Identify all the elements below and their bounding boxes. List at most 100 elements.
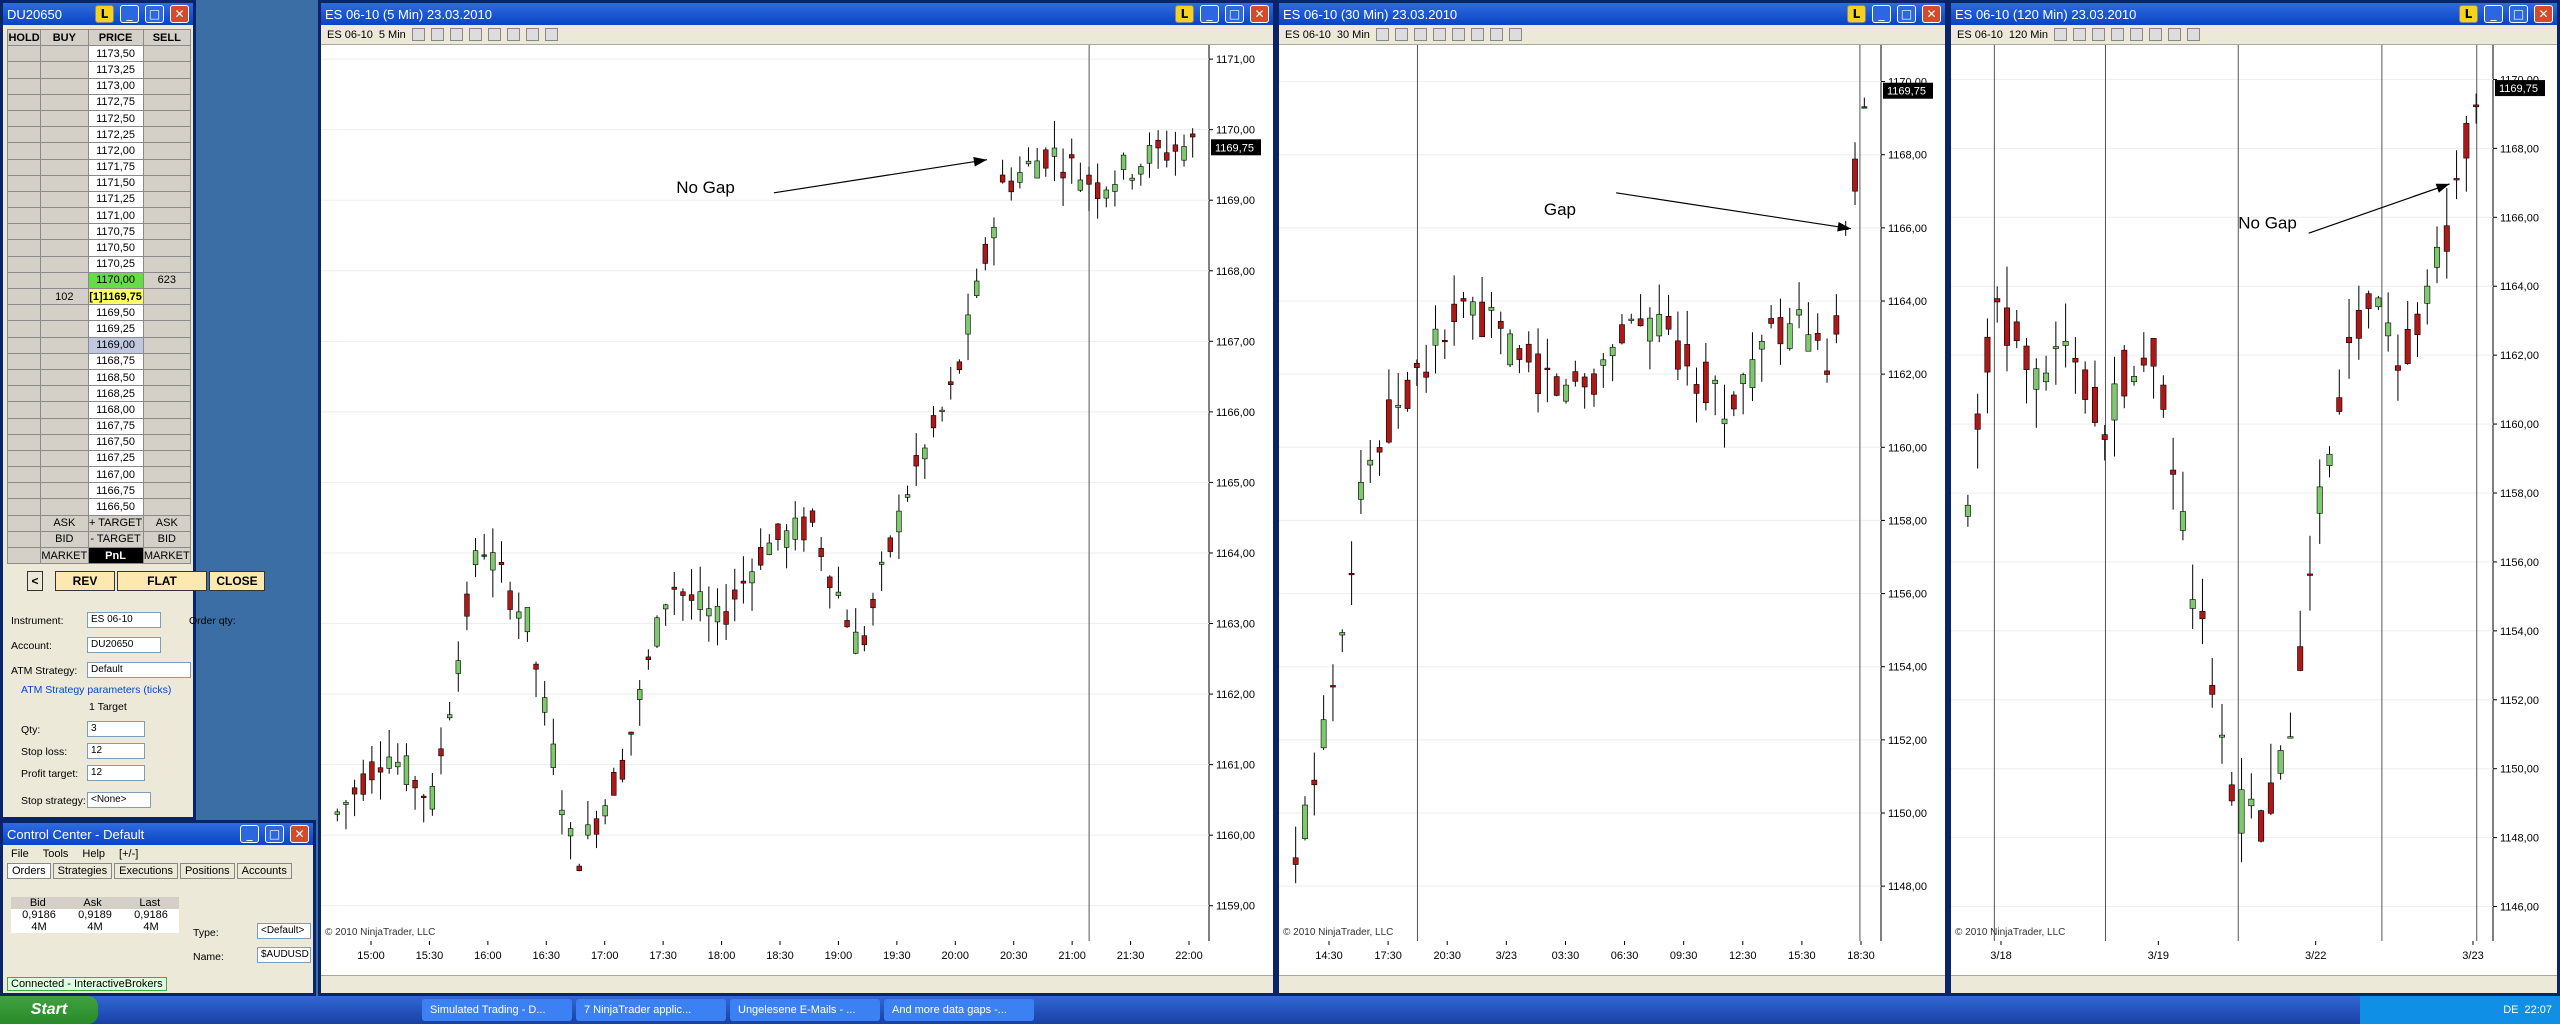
buy-cell[interactable] <box>40 93 89 111</box>
chart-horizontal-scrollbar[interactable] <box>321 975 1273 993</box>
minimize-button[interactable]: _ <box>2484 5 2503 23</box>
interval-selector[interactable]: 5 Min <box>379 29 406 41</box>
tab-positions[interactable]: Positions <box>179 863 235 879</box>
chart-horizontal-scrollbar[interactable] <box>1951 975 2557 993</box>
minimize-button[interactable]: _ <box>120 5 139 23</box>
hold-cell[interactable] <box>6 61 42 79</box>
minimize-button[interactable]: _ <box>1200 5 1219 23</box>
name-input[interactable]: $AUDUSD <box>257 947 311 963</box>
link-button[interactable]: L <box>1175 5 1194 23</box>
crosshair-icon[interactable] <box>449 28 463 41</box>
sell-cell[interactable] <box>142 174 192 192</box>
hold-cell[interactable] <box>6 223 42 241</box>
maximize-button[interactable]: □ <box>1225 5 1244 23</box>
buy-cell[interactable] <box>40 368 89 387</box>
buy-cell[interactable]: 102 <box>40 287 89 306</box>
sell-action-cell[interactable]: ASK <box>142 514 192 532</box>
hold-cell[interactable] <box>6 174 42 192</box>
target-action-cell[interactable]: - TARGET <box>87 530 144 549</box>
pencil-icon[interactable] <box>411 28 425 41</box>
buy-cell[interactable] <box>40 466 89 484</box>
tab-accounts[interactable]: Accounts <box>236 863 292 879</box>
sell-cell[interactable] <box>142 207 192 225</box>
hold-cell[interactable] <box>6 401 42 419</box>
taskbar-item[interactable]: 7 NinjaTrader applic... <box>576 999 726 1021</box>
reverse-button[interactable]: REV <box>55 571 115 591</box>
close-button[interactable]: ✕ <box>1922 5 1941 23</box>
buy-action-cell[interactable]: ASK <box>40 514 89 532</box>
chart-plot-area[interactable]: 1170,001168,001166,001164,001162,001160,… <box>1951 45 2557 975</box>
buy-cell[interactable] <box>40 142 89 160</box>
qty-input-1[interactable]: 3 <box>87 721 145 737</box>
sell-cell[interactable] <box>142 498 192 516</box>
buy-cell[interactable] <box>40 336 89 354</box>
buy-action-cell[interactable]: MARKET <box>40 546 89 565</box>
sell-cell[interactable] <box>142 239 192 257</box>
sell-cell[interactable] <box>142 109 192 128</box>
flatten-button[interactable]: FLAT <box>117 571 207 591</box>
sell-cell[interactable] <box>142 126 192 144</box>
cc-maximize-button[interactable]: □ <box>265 825 284 843</box>
hold-cell[interactable] <box>6 287 42 306</box>
buy-cell[interactable] <box>40 126 89 144</box>
menu-file[interactable]: File <box>11 848 29 860</box>
buy-action-cell[interactable]: BID <box>40 530 89 549</box>
hold-cell[interactable] <box>6 109 42 128</box>
tab-orders[interactable]: Orders <box>7 863 51 879</box>
target-action-cell[interactable]: + TARGET <box>87 514 144 532</box>
atm-select[interactable]: Default <box>87 662 191 678</box>
buy-cell[interactable] <box>40 352 89 370</box>
buy-cell[interactable] <box>40 223 89 241</box>
buy-cell[interactable] <box>40 304 89 322</box>
instrument-select[interactable]: ES 06-10 <box>87 612 161 628</box>
instrument-selector[interactable]: ES 06-10 <box>1285 29 1331 41</box>
buy-cell[interactable] <box>40 109 89 128</box>
chart-plot-area[interactable]: 1170,001168,001166,001164,001162,001160,… <box>1279 45 1945 975</box>
stop-strategy-select-1[interactable]: <None> <box>87 792 151 808</box>
hold-cell[interactable] <box>6 385 42 403</box>
sell-cell[interactable] <box>142 158 192 176</box>
sell-cell[interactable] <box>142 352 192 370</box>
link-button[interactable]: L <box>2459 5 2478 23</box>
crosshair-icon[interactable] <box>1413 28 1427 41</box>
buy-cell[interactable] <box>40 190 89 209</box>
sell-cell[interactable] <box>142 190 192 209</box>
close-button[interactable]: ✕ <box>170 5 189 23</box>
sell-cell[interactable]: 623 <box>142 271 192 290</box>
chart-horizontal-scrollbar[interactable] <box>1279 975 1945 993</box>
buy-cell[interactable] <box>40 498 89 516</box>
sell-cell[interactable] <box>142 482 192 500</box>
hold-cell[interactable] <box>6 207 42 225</box>
save-icon[interactable] <box>2187 28 2201 41</box>
buy-cell[interactable] <box>40 401 89 419</box>
sell-cell[interactable] <box>142 93 192 111</box>
superdom-titlebar[interactable]: DU20650 L _ □ ✕ <box>3 3 193 25</box>
buy-cell[interactable] <box>40 158 89 176</box>
buy-cell[interactable] <box>40 239 89 257</box>
sell-cell[interactable] <box>142 449 192 468</box>
zoom-icon[interactable] <box>468 28 482 41</box>
sell-action-cell[interactable]: BID <box>142 530 192 549</box>
pencil-icon[interactable] <box>1375 28 1389 41</box>
hold-cell[interactable] <box>6 498 42 516</box>
data-box-icon[interactable] <box>506 28 520 41</box>
maximize-button[interactable]: □ <box>145 5 164 23</box>
hold-cell[interactable] <box>6 77 42 95</box>
hold-cell[interactable] <box>6 466 42 484</box>
taskbar-item[interactable]: Ungelesene E-Mails - ... <box>730 999 880 1021</box>
hold-cell[interactable] <box>6 142 42 160</box>
buy-cell[interactable] <box>40 482 89 500</box>
chart-titlebar[interactable]: ES 06-10 (30 Min) 23.03.2010 L _ □ ✕ <box>1279 3 1945 25</box>
line-icon[interactable] <box>2073 28 2087 41</box>
sell-cell[interactable] <box>142 466 192 484</box>
interval-selector[interactable]: 120 Min <box>2009 29 2048 41</box>
print-icon[interactable] <box>1489 28 1503 41</box>
cc-close-button[interactable]: ✕ <box>290 825 309 843</box>
start-button[interactable]: Start <box>0 996 98 1024</box>
sell-cell[interactable] <box>142 255 192 273</box>
properties-icon[interactable] <box>2130 28 2144 41</box>
print-icon[interactable] <box>2168 28 2182 41</box>
sell-action-cell[interactable]: MARKET <box>142 546 192 565</box>
data-box-icon[interactable] <box>1470 28 1484 41</box>
sell-cell[interactable] <box>142 61 192 79</box>
